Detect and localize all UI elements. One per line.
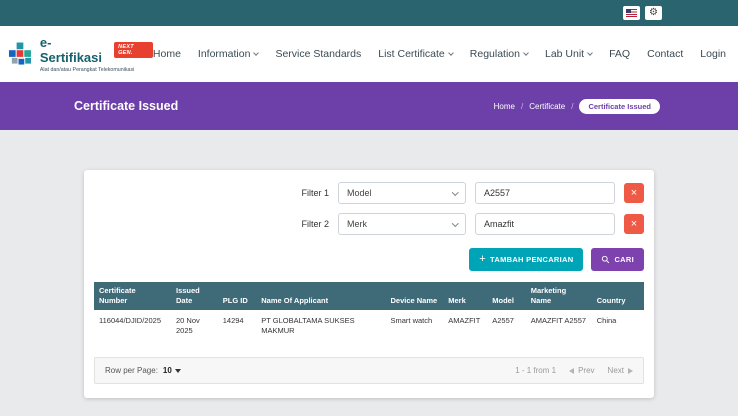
chevron-down-icon xyxy=(448,50,454,56)
next-gen-badge: NEXT GEN. xyxy=(114,42,153,58)
breadcrumb-separator: / xyxy=(571,102,573,111)
column-header-device-name: Device Name xyxy=(386,282,444,310)
nav-item-list-certificate[interactable]: List Certificate xyxy=(378,48,453,60)
chevron-down-icon xyxy=(452,220,458,226)
next-page-button[interactable]: Next xyxy=(608,366,633,375)
certificate-search-card: Filter 1 Model × Filter 2 Merk × + TAMBA… xyxy=(84,170,654,398)
filter-row-1: Filter 1 Model × xyxy=(94,182,644,204)
certificates-table: Certificate Number Issued Date PLG ID Na… xyxy=(94,282,644,349)
add-search-button[interactable]: + TAMBAH PENCARIAN xyxy=(469,248,583,271)
nav-item-regulation[interactable]: Regulation xyxy=(470,48,528,60)
filter1-label: Filter 1 xyxy=(301,188,329,198)
filter-row-2: Filter 2 Merk × xyxy=(94,213,644,235)
page-banner: Certificate Issued Home / Certificate / … xyxy=(0,82,738,130)
main-content: Filter 1 Model × Filter 2 Merk × + TAMBA… xyxy=(0,130,738,398)
site-header: e-Sertifikasi NEXT GEN. Alat dan/atau Pe… xyxy=(0,26,738,82)
filter1-field-select[interactable]: Model xyxy=(338,182,466,204)
pagination-range: 1 - 1 from 1 xyxy=(515,366,556,375)
brand-subtitle: Alat dan/atau Perangkat Telekomunikasi xyxy=(40,67,153,73)
chevron-down-icon xyxy=(254,50,260,56)
next-arrow-icon xyxy=(628,368,633,374)
search-button[interactable]: CARI xyxy=(591,248,644,271)
column-header-marketing-name: Marketing Name xyxy=(526,282,592,310)
cell-certificate-number: 116044/DJID/2025 xyxy=(94,310,171,350)
filter1-field-value: Model xyxy=(347,188,372,198)
prev-page-button[interactable]: Prev xyxy=(569,366,594,375)
main-nav: Home Information Service Standards List … xyxy=(153,48,726,60)
brand-text: e-Sertifikasi NEXT GEN. Alat dan/atau Pe… xyxy=(40,35,153,73)
column-header-merk: Merk xyxy=(443,282,487,310)
page-title: Certificate Issued xyxy=(74,99,178,113)
gear-icon: ⚙ xyxy=(649,8,658,18)
close-icon: × xyxy=(631,188,637,199)
cell-country: China xyxy=(592,310,644,350)
column-header-applicant: Name Of Applicant xyxy=(256,282,385,310)
table-footer: Row per Page: 10 1 - 1 from 1 Prev Next xyxy=(94,357,644,384)
top-utility-bar: ⚙ xyxy=(0,0,738,26)
column-header-certificate-number: Certificate Number xyxy=(94,282,171,310)
plus-icon: + xyxy=(479,254,486,265)
rows-per-page-label: Row per Page: xyxy=(105,366,158,375)
breadcrumb-current: Certificate Issued xyxy=(579,99,660,114)
cell-issued-date: 20 Nov 2025 xyxy=(171,310,218,350)
nav-item-service-standards[interactable]: Service Standards xyxy=(275,48,361,60)
pagination: 1 - 1 from 1 Prev Next xyxy=(515,366,633,375)
breadcrumb: Home / Certificate / Certificate Issued xyxy=(494,99,660,114)
cell-device-name: Smart watch xyxy=(386,310,444,350)
breadcrumb-certificate[interactable]: Certificate xyxy=(529,102,565,111)
nav-item-lab-unit[interactable]: Lab Unit xyxy=(545,48,592,60)
column-header-model: Model xyxy=(487,282,526,310)
cell-marketing-name: AMAZFIT A2557 xyxy=(526,310,592,350)
nav-item-information[interactable]: Information xyxy=(198,48,259,60)
rows-per-page-select[interactable]: 10 xyxy=(163,366,181,375)
filter1-value-input[interactable] xyxy=(475,182,615,204)
cell-plg-id: 14294 xyxy=(218,310,257,350)
brand-logo[interactable]: e-Sertifikasi NEXT GEN. Alat dan/atau Pe… xyxy=(8,35,153,73)
filter2-clear-button[interactable]: × xyxy=(624,214,644,234)
nav-item-login[interactable]: Login xyxy=(700,48,726,60)
filter2-field-select[interactable]: Merk xyxy=(338,213,466,235)
logo-mark-icon xyxy=(8,41,34,68)
chevron-down-icon xyxy=(452,189,458,195)
settings-button[interactable]: ⚙ xyxy=(645,6,662,20)
breadcrumb-separator: / xyxy=(521,102,523,111)
us-flag-icon xyxy=(626,9,637,17)
column-header-issued-date: Issued Date xyxy=(171,282,218,310)
search-actions: + TAMBAH PENCARIAN CARI xyxy=(94,248,644,271)
filter2-field-value: Merk xyxy=(347,219,367,229)
breadcrumb-home[interactable]: Home xyxy=(494,102,515,111)
brand-title: e-Sertifikasi xyxy=(40,35,110,65)
cell-merk: AMAZFIT xyxy=(443,310,487,350)
language-flag-button[interactable] xyxy=(623,6,640,20)
filter1-clear-button[interactable]: × xyxy=(624,183,644,203)
cell-applicant: PT GLOBALTAMA SUKSES MAKMUR xyxy=(256,310,385,350)
nav-item-faq[interactable]: FAQ xyxy=(609,48,630,60)
filter2-value-input[interactable] xyxy=(475,213,615,235)
filter2-label: Filter 2 xyxy=(301,219,329,229)
table-row: 116044/DJID/2025 20 Nov 2025 14294 PT GL… xyxy=(94,310,644,350)
close-icon: × xyxy=(631,219,637,230)
chevron-down-icon xyxy=(523,50,529,56)
prev-arrow-icon xyxy=(569,368,574,374)
chevron-down-icon xyxy=(587,50,593,56)
cell-model: A2557 xyxy=(487,310,526,350)
rows-per-page: Row per Page: 10 xyxy=(105,366,181,375)
table-header-row: Certificate Number Issued Date PLG ID Na… xyxy=(94,282,644,310)
dropdown-arrow-icon xyxy=(175,369,181,373)
nav-item-contact[interactable]: Contact xyxy=(647,48,683,60)
search-icon xyxy=(601,255,610,264)
column-header-plg-id: PLG ID xyxy=(218,282,257,310)
nav-item-home[interactable]: Home xyxy=(153,48,181,60)
column-header-country: Country xyxy=(592,282,644,310)
